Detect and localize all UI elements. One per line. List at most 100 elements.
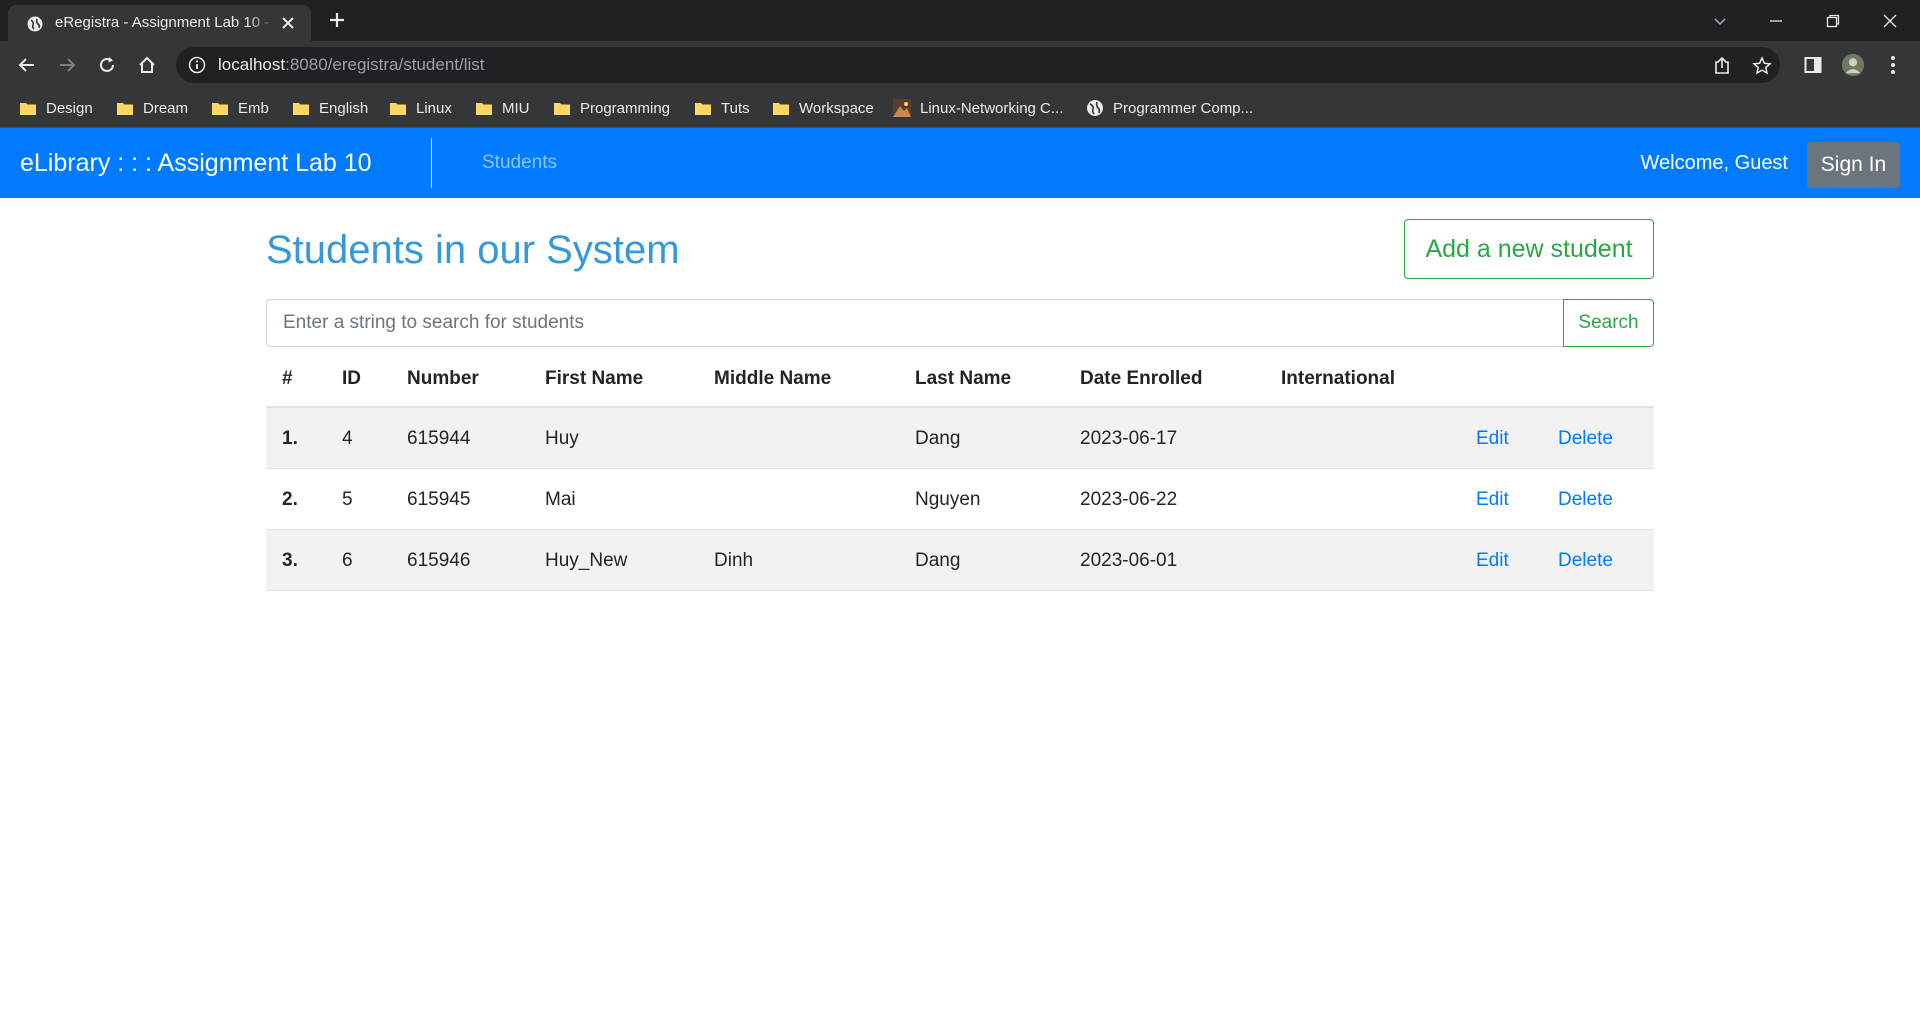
- edit-link[interactable]: Edit: [1476, 530, 1509, 590]
- profile-avatar-icon[interactable]: [1841, 53, 1865, 77]
- folder-icon: [293, 102, 309, 115]
- column-header-date-enrolled: Date Enrolled: [1080, 368, 1203, 389]
- delete-link[interactable]: Delete: [1558, 469, 1613, 529]
- bookmark-linux-networking[interactable]: Linux-Networking C...: [893, 89, 1063, 127]
- cell-id: 5: [342, 489, 353, 510]
- site-info-icon[interactable]: [188, 56, 206, 74]
- row-index: 3.: [282, 550, 298, 571]
- folder-icon: [476, 102, 492, 115]
- cell-date-enrolled: 2023-06-01: [1080, 550, 1178, 571]
- table-header: # ID Number First Name Middle Name Last …: [266, 347, 1654, 408]
- back-icon[interactable]: [15, 53, 39, 77]
- folder-icon: [212, 102, 228, 115]
- restore-icon[interactable]: [1805, 0, 1861, 41]
- bookmark-emb[interactable]: Emb: [212, 89, 269, 127]
- folder-icon: [554, 102, 570, 115]
- cell-number: 615944: [407, 428, 471, 449]
- tab-title: eRegistra - Assignment Lab 10 - Mozilla: [55, 14, 275, 31]
- cell-number: 615945: [407, 489, 471, 510]
- home-icon[interactable]: [135, 53, 159, 77]
- browser-toolbar: localhost:8080/eregistra/student/list: [0, 41, 1920, 89]
- column-header-index: #: [282, 368, 293, 389]
- column-header-id: ID: [342, 368, 361, 389]
- row-index: 2.: [282, 489, 298, 510]
- close-window-icon[interactable]: [1862, 0, 1918, 41]
- delete-link[interactable]: Delete: [1558, 408, 1613, 468]
- cell-last-name: Nguyen: [915, 489, 981, 510]
- bookmark-miu[interactable]: MIU: [476, 89, 530, 127]
- add-new-student-button[interactable]: Add a new student: [1404, 219, 1654, 279]
- cell-middle-name: Dinh: [714, 550, 754, 571]
- bookmark-label: Linux-Networking C...: [920, 99, 1064, 117]
- folder-icon: [390, 102, 406, 115]
- cell-id: 6: [342, 550, 353, 571]
- url-path: :8080/eregistra/student/list: [285, 55, 485, 74]
- cell-date-enrolled: 2023-06-17: [1080, 428, 1178, 449]
- more-menu-icon[interactable]: [1881, 53, 1905, 77]
- navbar-divider: [431, 138, 432, 188]
- globe-icon: [27, 16, 43, 32]
- edit-link[interactable]: Edit: [1476, 408, 1509, 468]
- search-input[interactable]: [266, 299, 1564, 347]
- column-header-middle-name: Middle Name: [714, 368, 832, 389]
- bookmark-workspace[interactable]: Workspace: [773, 89, 874, 127]
- address-bar[interactable]: localhost:8080/eregistra/student/list: [176, 47, 1780, 83]
- globe-icon: [1087, 100, 1103, 116]
- nav-link-students[interactable]: Students: [482, 128, 557, 198]
- bookmark-label: Dream: [143, 99, 189, 117]
- bookmark-linux[interactable]: Linux: [390, 89, 452, 127]
- bookmark-label: English: [319, 99, 369, 117]
- app-navbar: eLibrary : : : Assignment Lab 10 Student…: [0, 128, 1920, 198]
- cell-date-enrolled: 2023-06-22: [1080, 489, 1178, 510]
- url-host: localhost: [218, 55, 286, 74]
- table-row: 2. 5 615945 Mai Nguyen 2023-06-22 Edit D…: [266, 469, 1654, 530]
- sign-in-button[interactable]: Sign In: [1807, 142, 1900, 188]
- column-header-first-name: First Name: [545, 368, 644, 389]
- tab-search-icon[interactable]: [1692, 0, 1748, 41]
- folder-icon: [20, 102, 36, 115]
- bookmark-programming[interactable]: Programming: [554, 89, 670, 127]
- forward-icon[interactable]: [55, 53, 79, 77]
- side-panel-icon[interactable]: [1801, 53, 1825, 77]
- table-row: 3. 6 615946 Huy_New Dinh Dang 2023-06-01…: [266, 530, 1654, 591]
- reload-icon[interactable]: [95, 53, 119, 77]
- column-header-last-name: Last Name: [915, 368, 1012, 389]
- cell-first-name: Huy: [545, 428, 579, 449]
- browser-tab-strip: eRegistra - Assignment Lab 10 - Mozilla: [0, 0, 1920, 41]
- bookmark-dream[interactable]: Dream: [117, 89, 188, 127]
- tab-title-fade: [246, 9, 276, 37]
- search-button[interactable]: Search: [1563, 299, 1654, 347]
- bookmark-programmer-comp[interactable]: Programmer Comp...: [1086, 89, 1253, 127]
- share-icon[interactable]: [1712, 56, 1732, 76]
- bookmark-english[interactable]: English: [293, 89, 368, 127]
- bookmark-design[interactable]: Design: [20, 89, 93, 127]
- row-index: 1.: [282, 428, 298, 449]
- bookmark-star-icon[interactable]: [1752, 56, 1772, 76]
- bookmark-label: Workspace: [799, 99, 874, 117]
- new-tab-icon[interactable]: [328, 11, 346, 29]
- cell-id: 4: [342, 428, 353, 449]
- bookmark-label: Programmer Comp...: [1113, 99, 1254, 117]
- folder-icon: [117, 102, 133, 115]
- close-tab-icon[interactable]: [280, 15, 296, 31]
- bookmark-label: Programming: [580, 99, 671, 117]
- edit-link[interactable]: Edit: [1476, 469, 1509, 529]
- url-text: localhost:8080/eregistra/student/list: [218, 47, 485, 83]
- table-row: 1. 4 615944 Huy Dang 2023-06-17 Edit Del…: [266, 408, 1654, 469]
- browser-tab[interactable]: eRegistra - Assignment Lab 10 - Mozilla: [8, 5, 311, 41]
- cell-first-name: Mai: [545, 489, 576, 510]
- bookmark-tuts[interactable]: Tuts: [695, 89, 750, 127]
- bookmark-label: Emb: [238, 99, 269, 117]
- bookmark-label: Tuts: [721, 99, 750, 117]
- cell-last-name: Dang: [915, 428, 961, 449]
- minimize-icon[interactable]: [1748, 0, 1804, 41]
- delete-link[interactable]: Delete: [1558, 530, 1613, 590]
- students-table: # ID Number First Name Middle Name Last …: [266, 347, 1654, 591]
- column-header-international: International: [1281, 368, 1396, 389]
- welcome-text: Welcome, Guest: [1640, 152, 1788, 174]
- cell-number: 615946: [407, 550, 471, 571]
- bookmark-label: Linux: [416, 99, 452, 117]
- navbar-brand[interactable]: eLibrary : : : Assignment Lab 10: [20, 128, 372, 198]
- cell-first-name: Huy_New: [545, 550, 628, 571]
- column-header-number: Number: [407, 368, 479, 389]
